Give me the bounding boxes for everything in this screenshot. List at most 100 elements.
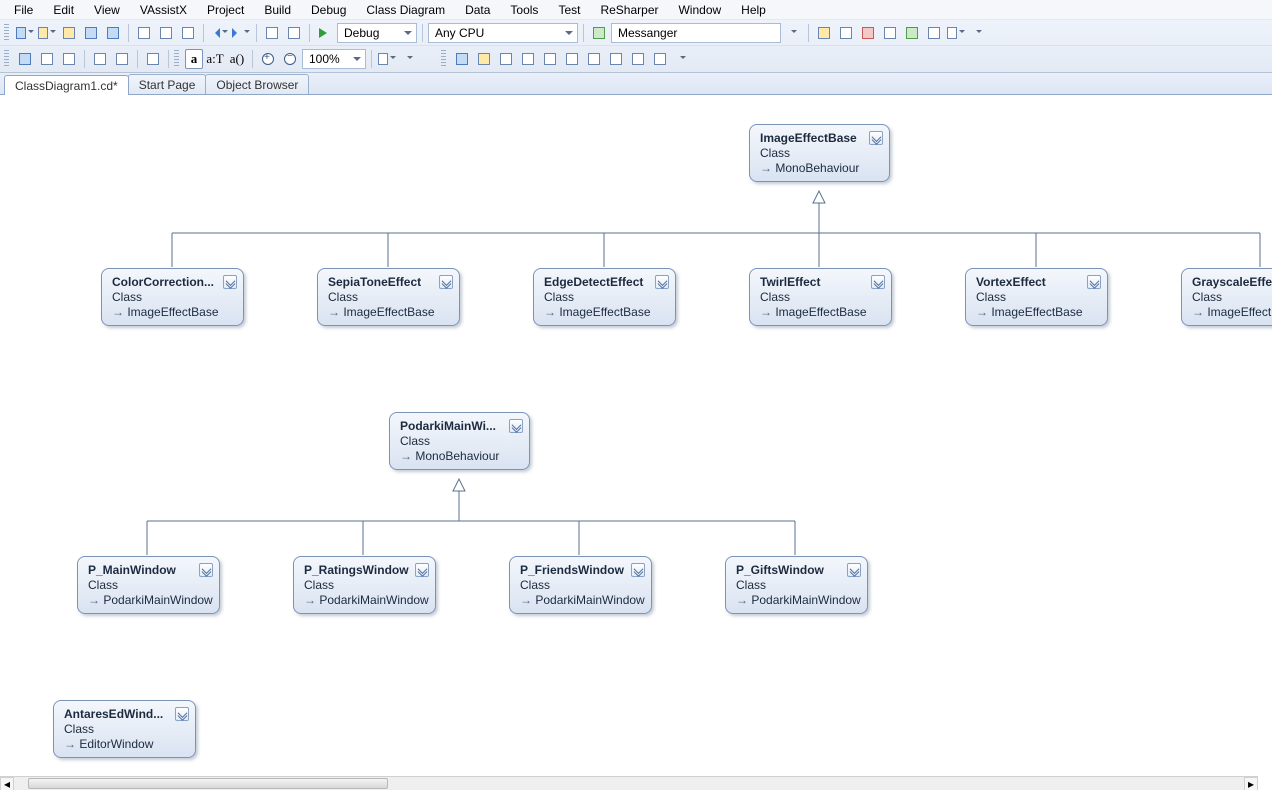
toolbar-grip[interactable] — [441, 50, 446, 68]
undo-button[interactable] — [209, 23, 229, 43]
xt-toolbar-options[interactable] — [672, 49, 692, 69]
xt-btn-5[interactable] — [540, 49, 560, 69]
class-node-twirl[interactable]: TwirlEffect Class ImageEffectBase — [749, 268, 892, 326]
add-item-button[interactable] — [37, 23, 57, 43]
xt-btn-2[interactable] — [474, 49, 494, 69]
class-node-sepiatone[interactable]: SepiaToneEffect Class ImageEffectBase — [317, 268, 460, 326]
tool-btn-3[interactable] — [858, 23, 878, 43]
expand-icon[interactable] — [631, 563, 645, 577]
scroll-right-icon[interactable]: ▸ — [1244, 777, 1258, 790]
cut-button[interactable] — [134, 23, 154, 43]
class-node-pmainwindow[interactable]: P_MainWindow Class PodarkiMainWindow — [77, 556, 220, 614]
menu-build[interactable]: Build — [254, 0, 301, 20]
tool-btn-5[interactable] — [902, 23, 922, 43]
redo-button[interactable] — [231, 23, 251, 43]
expand-icon[interactable] — [509, 419, 523, 433]
expand-icon[interactable] — [1087, 275, 1101, 289]
scroll-left-icon[interactable]: ◂ — [0, 777, 14, 790]
xt-btn-3[interactable] — [496, 49, 516, 69]
menu-data[interactable]: Data — [455, 0, 500, 20]
expand-icon[interactable] — [223, 275, 237, 289]
open-file-button[interactable] — [59, 23, 79, 43]
menu-view[interactable]: View — [84, 0, 130, 20]
zoom-combo[interactable]: 100% — [302, 49, 366, 69]
tool-btn-7[interactable] — [946, 23, 966, 43]
start-debug-button[interactable] — [315, 23, 335, 43]
save-button[interactable] — [81, 23, 101, 43]
nav-back-button[interactable] — [262, 23, 282, 43]
scroll-track[interactable] — [14, 777, 1244, 790]
expand-icon[interactable] — [847, 563, 861, 577]
class-node-pratingswindow[interactable]: P_RatingsWindow Class PodarkiMainWindow — [293, 556, 436, 614]
class-node-vortex[interactable]: VortexEffect Class ImageEffectBase — [965, 268, 1108, 326]
scroll-thumb[interactable] — [28, 778, 388, 789]
class-node-podarkimainwindow[interactable]: PodarkiMainWi... Class MonoBehaviour — [389, 412, 530, 470]
expand-icon[interactable] — [415, 563, 429, 577]
find-in-files-button[interactable] — [589, 23, 609, 43]
toolbar-grip[interactable] — [174, 50, 179, 68]
cd-btn-5[interactable] — [112, 49, 132, 69]
menu-file[interactable]: File — [4, 0, 43, 20]
paste-button[interactable] — [178, 23, 198, 43]
menu-vassistx[interactable]: VAssistX — [130, 0, 197, 20]
cd-btn-6[interactable] — [143, 49, 163, 69]
tool-btn-2[interactable] — [836, 23, 856, 43]
zoom-out-button[interactable] — [280, 49, 300, 69]
save-all-button[interactable] — [103, 23, 123, 43]
tool-btn-1[interactable] — [814, 23, 834, 43]
expand-icon[interactable] — [199, 563, 213, 577]
tool-btn-4[interactable] — [880, 23, 900, 43]
expand-icon[interactable] — [869, 131, 883, 145]
menu-edit[interactable]: Edit — [43, 0, 84, 20]
class-node-pgiftswindow[interactable]: P_GiftsWindow Class PodarkiMainWindow — [725, 556, 868, 614]
zoom-in-button[interactable] — [258, 49, 278, 69]
tab-start-page[interactable]: Start Page — [128, 74, 207, 94]
menu-help[interactable]: Help — [731, 0, 776, 20]
xt-btn-7[interactable] — [584, 49, 604, 69]
xt-btn-10[interactable] — [650, 49, 670, 69]
nav-fwd-button[interactable] — [284, 23, 304, 43]
expand-icon[interactable] — [439, 275, 453, 289]
tool-btn-6[interactable] — [924, 23, 944, 43]
xt-btn-4[interactable] — [518, 49, 538, 69]
class-node-colorcorrection[interactable]: ColorCorrection... Class ImageEffectBase — [101, 268, 244, 326]
cd-btn-1[interactable] — [15, 49, 35, 69]
menu-debug[interactable]: Debug — [301, 0, 356, 20]
diagram-canvas[interactable]: ImageEffectBase Class MonoBehaviour Colo… — [0, 97, 1272, 776]
menu-class-diagram[interactable]: Class Diagram — [356, 0, 455, 20]
menu-test[interactable]: Test — [548, 0, 590, 20]
toolbar-grip[interactable] — [4, 24, 9, 42]
platform-combo[interactable]: Any CPU — [428, 23, 578, 43]
menu-project[interactable]: Project — [197, 0, 254, 20]
menu-window[interactable]: Window — [668, 0, 731, 20]
cd-toolbar-options[interactable] — [399, 49, 419, 69]
menu-resharper[interactable]: ReSharper — [590, 0, 668, 20]
copy-button[interactable] — [156, 23, 176, 43]
find-dropdown[interactable] — [783, 23, 803, 43]
toolbar-grip[interactable] — [4, 50, 9, 68]
cd-btn-7[interactable] — [377, 49, 397, 69]
class-node-pfriendswindow[interactable]: P_FriendsWindow Class PodarkiMainWindow — [509, 556, 652, 614]
xt-btn-9[interactable] — [628, 49, 648, 69]
expand-icon[interactable] — [175, 707, 189, 721]
xt-btn-8[interactable] — [606, 49, 626, 69]
xt-btn-1[interactable] — [452, 49, 472, 69]
cd-btn-4[interactable] — [90, 49, 110, 69]
tab-object-browser[interactable]: Object Browser — [205, 74, 309, 94]
class-node-imageeffectbase[interactable]: ImageEffectBase Class MonoBehaviour — [749, 124, 890, 182]
cd-btn-3[interactable] — [59, 49, 79, 69]
class-node-edgedetect[interactable]: EdgeDetectEffect Class ImageEffectBase — [533, 268, 676, 326]
class-node-antaresedwindow[interactable]: AntaresEdWind... Class EditorWindow — [53, 700, 196, 758]
display-name-button[interactable]: a — [185, 49, 203, 69]
menu-tools[interactable]: Tools — [500, 0, 548, 20]
xt-btn-6[interactable] — [562, 49, 582, 69]
new-project-button[interactable] — [15, 23, 35, 43]
display-full-sig-button[interactable]: a() — [227, 49, 247, 69]
expand-icon[interactable] — [655, 275, 669, 289]
cd-btn-2[interactable] — [37, 49, 57, 69]
tab-classdiagram[interactable]: ClassDiagram1.cd* — [4, 75, 129, 95]
configuration-combo[interactable]: Debug — [337, 23, 417, 43]
class-node-grayscale[interactable]: GrayscaleEffec Class ImageEffectBa — [1181, 268, 1272, 326]
toolbar-options[interactable] — [968, 23, 988, 43]
display-name-type-button[interactable]: a:T — [205, 49, 225, 69]
